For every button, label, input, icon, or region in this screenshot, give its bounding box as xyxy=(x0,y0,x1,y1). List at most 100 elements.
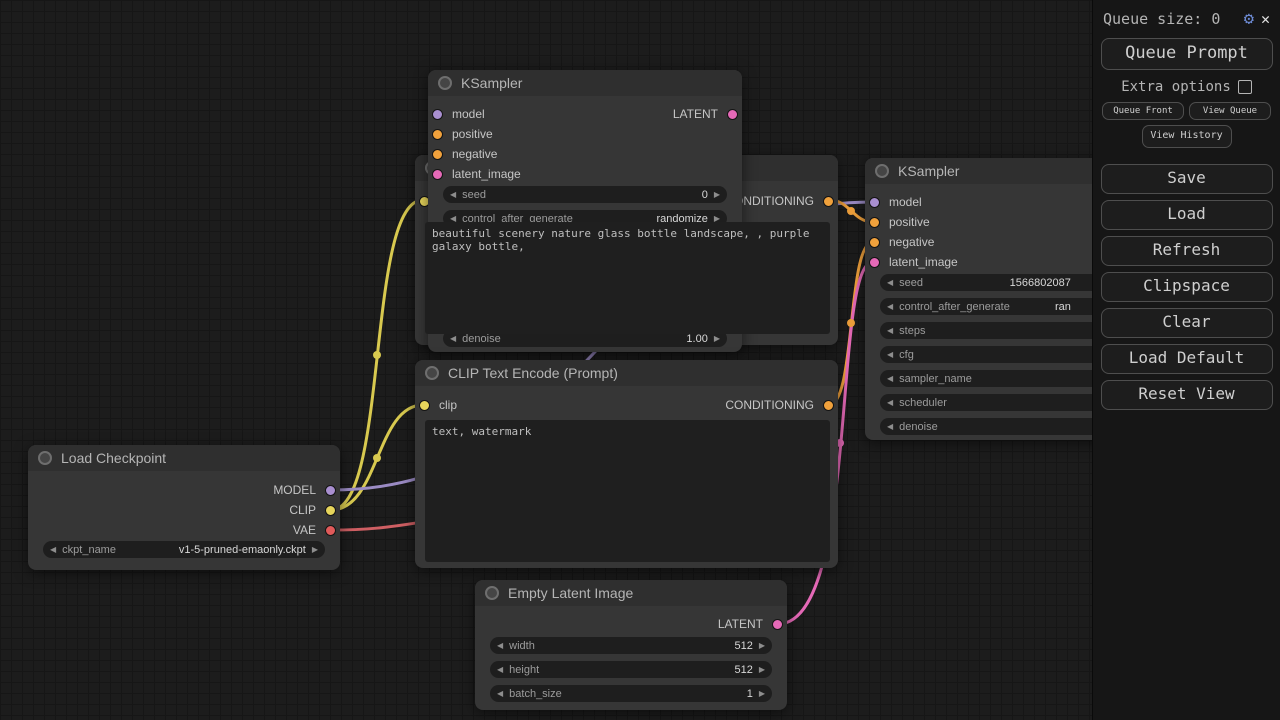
latent-output-port[interactable]: LATENT xyxy=(718,618,783,630)
reset-view-button[interactable]: Reset View xyxy=(1101,380,1273,410)
model-input-port[interactable]: model xyxy=(432,108,485,120)
settings-gear-icon[interactable]: ⚙ xyxy=(1244,9,1254,29)
latent-port-icon[interactable] xyxy=(772,619,783,630)
arrow-left-icon[interactable]: ◀ xyxy=(887,274,893,291)
positive-input-port[interactable]: positive xyxy=(869,216,930,228)
arrow-left-icon[interactable]: ◀ xyxy=(497,637,503,654)
port-label: positive xyxy=(452,128,493,140)
node-title-bar[interactable]: CLIP Text Encode (Prompt) xyxy=(415,360,838,386)
close-icon[interactable]: ✕ xyxy=(1261,10,1270,28)
node-title: KSampler xyxy=(898,163,959,179)
conditioning-port-icon[interactable] xyxy=(432,149,443,160)
negative-input-port[interactable]: negative xyxy=(869,236,934,248)
queue-size-label: Queue size: 0 xyxy=(1103,10,1237,28)
arrow-right-icon[interactable]: ▶ xyxy=(714,186,720,203)
arrow-left-icon[interactable]: ◀ xyxy=(887,394,893,411)
port-label: latent_image xyxy=(889,256,958,268)
collapse-dot-icon[interactable] xyxy=(875,164,889,178)
arrow-right-icon[interactable]: ▶ xyxy=(759,637,765,654)
arrow-right-icon[interactable]: ▶ xyxy=(759,661,765,678)
latent-image-input-port[interactable]: latent_image xyxy=(432,168,521,180)
arrow-right-icon[interactable]: ▶ xyxy=(759,685,765,702)
queue-front-button[interactable]: Queue Front xyxy=(1102,102,1184,120)
clip-input-port[interactable]: clip xyxy=(419,399,457,411)
node-title-bar[interactable]: KSampler xyxy=(428,70,742,96)
widget-label: height xyxy=(509,664,539,676)
node-title: KSampler xyxy=(461,75,522,91)
collapse-dot-icon[interactable] xyxy=(485,586,499,600)
save-button[interactable]: Save xyxy=(1101,164,1273,194)
vae-output-port[interactable]: VAE xyxy=(293,524,336,536)
ckpt-name-widget[interactable]: ◀ ckpt_name v1-5-pruned-emaonly.ckpt ▶ xyxy=(43,541,325,558)
node-graph-canvas[interactable]: CONDITIONING beautiful scenery nature gl… xyxy=(0,0,1280,720)
positive-prompt-textarea[interactable]: beautiful scenery nature glass bottle la… xyxy=(425,222,830,334)
arrow-right-icon[interactable]: ▶ xyxy=(312,541,318,558)
arrow-left-icon[interactable]: ◀ xyxy=(887,298,893,315)
port-label: negative xyxy=(889,236,934,248)
view-history-button[interactable]: View History xyxy=(1142,125,1232,148)
latent-port-icon[interactable] xyxy=(727,109,738,120)
widget-label: steps xyxy=(899,325,925,337)
vae-port-icon[interactable] xyxy=(325,525,336,536)
arrow-left-icon[interactable]: ◀ xyxy=(497,685,503,702)
latent-output-port[interactable]: LATENT xyxy=(673,108,738,120)
arrow-left-icon[interactable]: ◀ xyxy=(887,346,893,363)
clip-port-icon[interactable] xyxy=(419,400,430,411)
height-widget[interactable]: ◀ height 512 ▶ xyxy=(490,661,772,678)
conditioning-port-icon[interactable] xyxy=(869,237,880,248)
load-checkpoint-node[interactable]: Load Checkpoint MODEL CLIP VAE ◀ ckpt_na… xyxy=(28,445,340,570)
positive-input-port[interactable]: positive xyxy=(432,128,493,140)
width-widget[interactable]: ◀ width 512 ▶ xyxy=(490,637,772,654)
view-queue-button[interactable]: View Queue xyxy=(1189,102,1271,120)
refresh-button[interactable]: Refresh xyxy=(1101,236,1273,266)
widget-label: seed xyxy=(462,189,486,201)
clip-port-icon[interactable] xyxy=(325,505,336,516)
load-default-button[interactable]: Load Default xyxy=(1101,344,1273,374)
model-input-port[interactable]: model xyxy=(869,196,922,208)
arrow-left-icon[interactable]: ◀ xyxy=(887,418,893,435)
latent-image-input-port[interactable]: latent_image xyxy=(869,256,958,268)
conditioning-output-port[interactable]: CONDITIONING xyxy=(725,399,834,411)
load-button[interactable]: Load xyxy=(1101,200,1273,230)
widget-label: cfg xyxy=(899,349,914,361)
conditioning-port-icon[interactable] xyxy=(823,196,834,207)
output-label: VAE xyxy=(293,524,316,536)
latent-port-icon[interactable] xyxy=(432,169,443,180)
collapse-dot-icon[interactable] xyxy=(438,76,452,90)
widget-value: 1566802087 xyxy=(1010,277,1071,289)
arrow-left-icon[interactable]: ◀ xyxy=(497,661,503,678)
widget-value: 1.00 xyxy=(686,333,707,345)
clear-button[interactable]: Clear xyxy=(1101,308,1273,338)
extra-options-checkbox[interactable] xyxy=(1238,80,1252,94)
arrow-left-icon[interactable]: ◀ xyxy=(50,541,56,558)
negative-prompt-textarea[interactable]: text, watermark xyxy=(425,420,830,562)
model-port-icon[interactable] xyxy=(869,197,880,208)
conditioning-port-icon[interactable] xyxy=(823,400,834,411)
arrow-left-icon[interactable]: ◀ xyxy=(450,186,456,203)
negative-input-port[interactable]: negative xyxy=(432,148,497,160)
conditioning-port-icon[interactable] xyxy=(869,217,880,228)
collapse-dot-icon[interactable] xyxy=(38,451,52,465)
batch-size-widget[interactable]: ◀ batch_size 1 ▶ xyxy=(490,685,772,702)
collapse-dot-icon[interactable] xyxy=(425,366,439,380)
node-title-bar[interactable]: Empty Latent Image xyxy=(475,580,787,606)
port-label: model xyxy=(452,108,485,120)
arrow-left-icon[interactable]: ◀ xyxy=(887,322,893,339)
empty-latent-image-node[interactable]: Empty Latent Image LATENT ◀ width 512 ▶ … xyxy=(475,580,787,710)
clip-output-port[interactable]: CLIP xyxy=(289,504,336,516)
queue-prompt-button[interactable]: Queue Prompt xyxy=(1101,38,1273,70)
latent-port-icon[interactable] xyxy=(869,257,880,268)
clipspace-button[interactable]: Clipspace xyxy=(1101,272,1273,302)
model-port-icon[interactable] xyxy=(325,485,336,496)
node-title: CLIP Text Encode (Prompt) xyxy=(448,365,618,381)
node-title: Empty Latent Image xyxy=(508,585,633,601)
comfy-menu-panel: Queue size: 0 ⚙ ✕ Queue Prompt Extra opt… xyxy=(1092,0,1280,720)
widget-label: batch_size xyxy=(509,688,562,700)
arrow-left-icon[interactable]: ◀ xyxy=(887,370,893,387)
node-title-bar[interactable]: Load Checkpoint xyxy=(28,445,340,471)
model-port-icon[interactable] xyxy=(432,109,443,120)
widget-label: denoise xyxy=(462,333,501,345)
model-output-port[interactable]: MODEL xyxy=(273,484,336,496)
seed-widget[interactable]: ◀ seed 0 ▶ xyxy=(443,186,727,203)
conditioning-port-icon[interactable] xyxy=(432,129,443,140)
